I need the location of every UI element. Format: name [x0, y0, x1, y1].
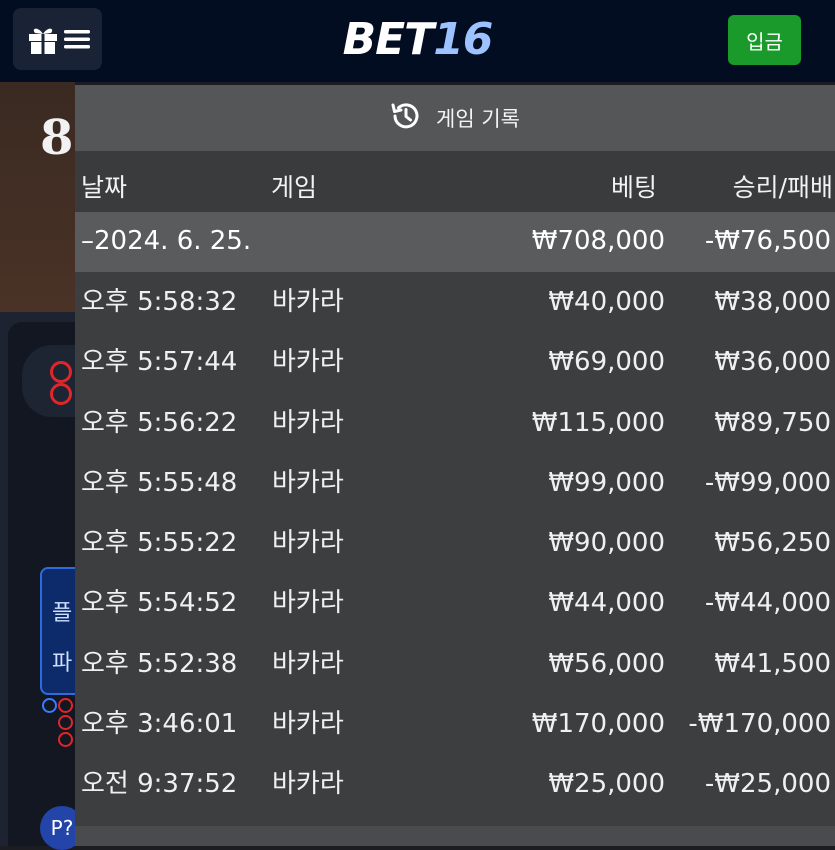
history-row[interactable]: 오후 5:57:44 바카라 ₩69,000 ₩36,000 — [75, 332, 835, 392]
modal-footer — [75, 826, 835, 846]
bead-dot — [58, 732, 73, 747]
game-history-modal: 게임 기록 날짜 게임 베팅 승리/패배 –2024. 6. 25. ₩708,… — [75, 85, 835, 846]
history-row[interactable]: 오후 5:58:32 바카라 ₩40,000 ₩38,000 — [75, 272, 835, 332]
history-list: 오후 5:58:32 바카라 ₩40,000 ₩38,000 오후 5:57:4… — [75, 272, 835, 815]
bead-dot — [58, 698, 73, 713]
player-box-sublabel: 파 — [52, 651, 73, 676]
row-time: 오후 5:58:32 — [81, 287, 238, 317]
history-row[interactable]: 오후 5:55:48 바카라 ₩99,000 -₩99,000 — [75, 453, 835, 513]
summary-bet: ₩708,000 — [531, 226, 665, 256]
row-game: 바카라 — [272, 769, 344, 800]
history-icon — [390, 100, 422, 136]
summary-date: –2024. 6. 25. — [81, 226, 252, 256]
column-header-row: 날짜 게임 베팅 승리/패배 — [75, 151, 835, 212]
modal-header: 게임 기록 — [75, 85, 835, 151]
row-result: -₩44,000 — [704, 588, 831, 619]
row-time: 오후 5:55:22 — [81, 528, 238, 559]
row-game: 바카라 — [272, 287, 344, 317]
row-time: 오후 5:55:48 — [81, 467, 238, 498]
deposit-button[interactable]: 입금 — [728, 15, 801, 65]
row-time: 오후 3:46:01 — [81, 709, 238, 740]
row-game: 바카라 — [272, 407, 344, 438]
logo-text-part2: 16 — [433, 14, 493, 65]
history-row[interactable]: 오후 5:54:52 바카라 ₩44,000 -₩44,000 — [75, 573, 835, 633]
row-result: -₩25,000 — [704, 769, 831, 800]
row-bet: ₩90,000 — [548, 528, 665, 559]
row-time: 오전 9:37:52 — [81, 769, 238, 800]
row-result: ₩89,750 — [714, 407, 831, 438]
top-bar: BET16 입금 — [0, 0, 835, 82]
row-game: 바카라 — [272, 467, 344, 498]
row-game: 바카라 — [272, 528, 344, 559]
summary-result: -₩76,500 — [704, 226, 831, 256]
bead-ring — [50, 383, 72, 405]
column-date: 날짜 — [81, 173, 128, 202]
logo-text-part1: BET — [342, 14, 435, 65]
row-result: -₩170,000 — [688, 709, 831, 740]
row-game: 바카라 — [272, 347, 344, 378]
history-row[interactable]: 오후 3:46:01 바카라 ₩170,000 -₩170,000 — [75, 694, 835, 754]
row-bet: ₩99,000 — [548, 467, 665, 498]
row-bet: ₩40,000 — [548, 287, 665, 317]
background-bead-circle — [22, 345, 78, 417]
bead-dot — [42, 698, 57, 713]
row-result: ₩56,250 — [714, 528, 831, 559]
row-time: 오후 5:57:44 — [81, 347, 238, 378]
row-game: 바카라 — [272, 709, 344, 740]
player-box-label: 플 — [52, 601, 73, 626]
background-game-banner: 88 — [0, 82, 107, 312]
row-bet: ₩56,000 — [548, 648, 665, 679]
column-game: 게임 — [271, 173, 318, 202]
row-time: 오후 5:54:52 — [81, 588, 238, 619]
row-result: -₩99,000 — [704, 467, 831, 498]
row-bet: ₩170,000 — [531, 709, 665, 740]
row-bet: ₩69,000 — [548, 347, 665, 378]
row-time: 오후 5:52:38 — [81, 648, 238, 679]
history-row[interactable]: 오후 5:56:22 바카라 ₩115,000 ₩89,750 — [75, 393, 835, 453]
history-row[interactable]: 오후 5:55:22 바카라 ₩90,000 ₩56,250 — [75, 513, 835, 573]
modal-title: 게임 기록 — [436, 107, 520, 131]
bead-dot — [58, 715, 73, 730]
history-row[interactable]: 오전 9:37:52 바카라 ₩25,000 -₩25,000 — [75, 754, 835, 814]
history-row[interactable]: 오후 5:52:38 바카라 ₩56,000 ₩41,500 — [75, 634, 835, 694]
row-result: ₩38,000 — [714, 287, 831, 317]
row-time: 오후 5:56:22 — [81, 407, 238, 438]
column-result: 승리/패배 — [732, 173, 833, 202]
row-game: 바카라 — [272, 648, 344, 679]
row-bet: ₩25,000 — [548, 769, 665, 800]
row-game: 바카라 — [272, 588, 344, 619]
row-bet: ₩115,000 — [531, 407, 665, 438]
bead-ring — [50, 361, 72, 383]
brand-logo[interactable]: BET16 — [0, 14, 835, 66]
row-result: ₩36,000 — [714, 347, 831, 378]
row-result: ₩41,500 — [714, 648, 831, 679]
column-bet: 베팅 — [610, 173, 657, 202]
row-bet: ₩44,000 — [548, 588, 665, 619]
date-summary-row[interactable]: –2024. 6. 25. ₩708,000 -₩76,500 — [75, 212, 835, 272]
